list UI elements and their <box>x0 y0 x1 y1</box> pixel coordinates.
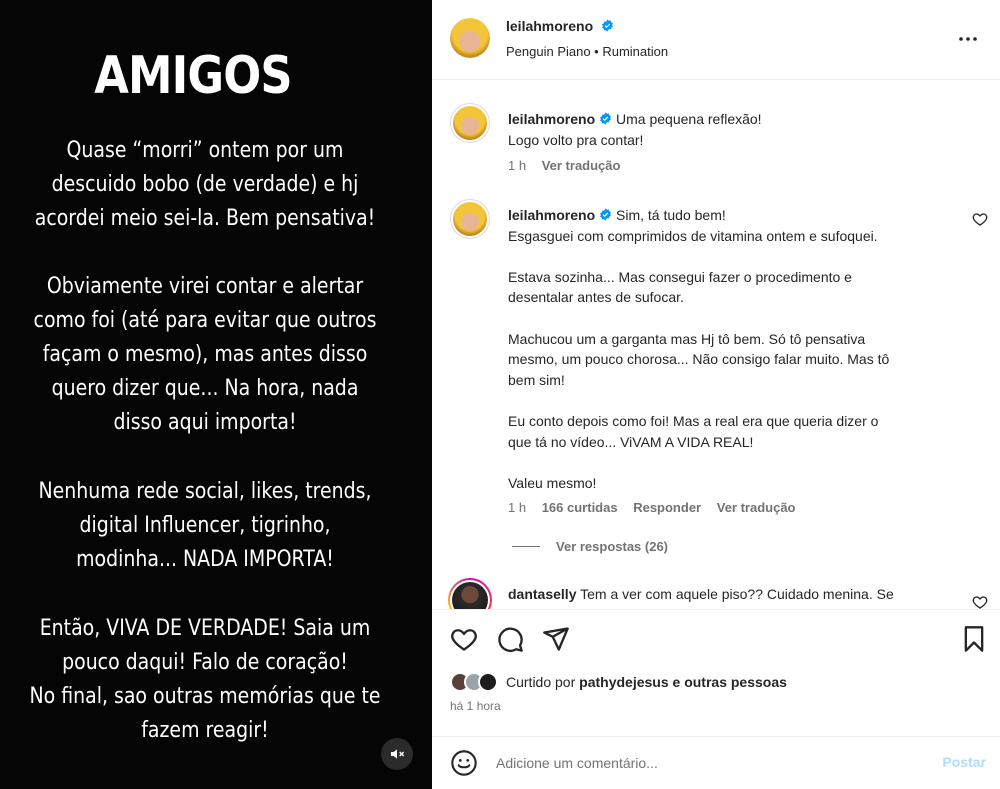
emoji-icon[interactable] <box>450 749 478 777</box>
comment-input[interactable] <box>496 752 916 774</box>
avatar[interactable] <box>478 672 498 692</box>
translate-link[interactable]: Ver tradução <box>542 158 621 173</box>
post-time[interactable]: há 1 hora <box>450 699 501 713</box>
divider-line <box>512 546 540 547</box>
media-paragraph: Quase “morri” ontem por um descuido bobo… <box>34 138 376 231</box>
media-paragraph: Obviamente virei contar e alertar como f… <box>33 274 377 435</box>
avatar-story-ring[interactable] <box>448 578 492 609</box>
view-replies-label: Ver respostas (26) <box>556 539 669 554</box>
view-replies-button[interactable]: Ver respostas (26) <box>512 539 668 554</box>
verified-badge-icon <box>602 19 613 32</box>
comment-bubble-icon[interactable] <box>496 625 524 653</box>
comment-meta: 1 h 166 curtidas Responder Ver tradução <box>508 500 808 515</box>
comment-username[interactable]: leilahmoreno <box>508 207 595 223</box>
comment-meta: 1 h Ver tradução <box>508 158 632 173</box>
add-comment-bar: Postar <box>432 736 1000 789</box>
reel-media[interactable]: AMIGOS Quase “morri” ontem por um descui… <box>0 0 432 789</box>
avatar[interactable] <box>450 199 490 239</box>
avatar[interactable] <box>450 103 490 143</box>
liked-prefix: Curtido por <box>506 674 576 690</box>
likes-count[interactable]: 166 curtidas <box>542 500 618 515</box>
mute-button[interactable] <box>381 738 413 770</box>
like-heart-icon[interactable] <box>450 625 478 653</box>
media-paragraph: Então, VIVA DE VERDADE! Saia um pouco da… <box>29 616 381 743</box>
avatar[interactable] <box>450 18 490 58</box>
header-username[interactable]: leilahmoreno <box>506 18 593 34</box>
comment-text: Tem a ver com aquele piso?? Cuidado meni… <box>580 586 894 602</box>
comment-username[interactable]: dantaselly <box>508 586 576 602</box>
audio-track[interactable]: Penguin Piano • Rumination <box>506 44 668 59</box>
comment-time: 1 h <box>508 500 527 515</box>
comments-list: leilahmoreno Uma pequena reflexão! Logo … <box>432 81 1000 609</box>
comment-username[interactable]: leilahmoreno <box>508 111 595 127</box>
comment-text: Sim, tá tudo bem! Esgasguei com comprimi… <box>508 207 890 491</box>
post-panel: leilahmoreno Penguin Piano • Rumination … <box>432 0 1000 789</box>
liked-by: Curtido por pathydejesus e outras pessoa… <box>450 672 787 692</box>
verified-badge-icon <box>600 112 612 125</box>
save-bookmark-icon[interactable] <box>960 625 988 653</box>
translate-link[interactable]: Ver tradução <box>717 500 796 515</box>
verified-badge-icon <box>600 208 612 221</box>
like-comment-heart-icon[interactable] <box>972 594 988 609</box>
share-paper-plane-icon[interactable] <box>542 625 570 653</box>
liked-suffix[interactable]: e outras pessoas <box>673 674 787 690</box>
comment-time: 1 h <box>508 158 527 173</box>
speaker-muted-icon <box>391 749 405 759</box>
liked-user[interactable]: pathydejesus <box>579 674 668 690</box>
post-actions: Curtido por pathydejesus e outras pessoa… <box>432 609 1000 789</box>
media-paragraph: Nenhuma rede social, likes, trends, digi… <box>38 479 372 572</box>
like-comment-heart-icon[interactable] <box>972 211 988 227</box>
more-options-icon[interactable] <box>956 27 980 51</box>
media-title: AMIGOS <box>94 46 292 106</box>
post-comment-button[interactable]: Postar <box>942 754 986 770</box>
post-header: leilahmoreno Penguin Piano • Rumination <box>432 0 1000 80</box>
reply-button[interactable]: Responder <box>633 500 701 515</box>
